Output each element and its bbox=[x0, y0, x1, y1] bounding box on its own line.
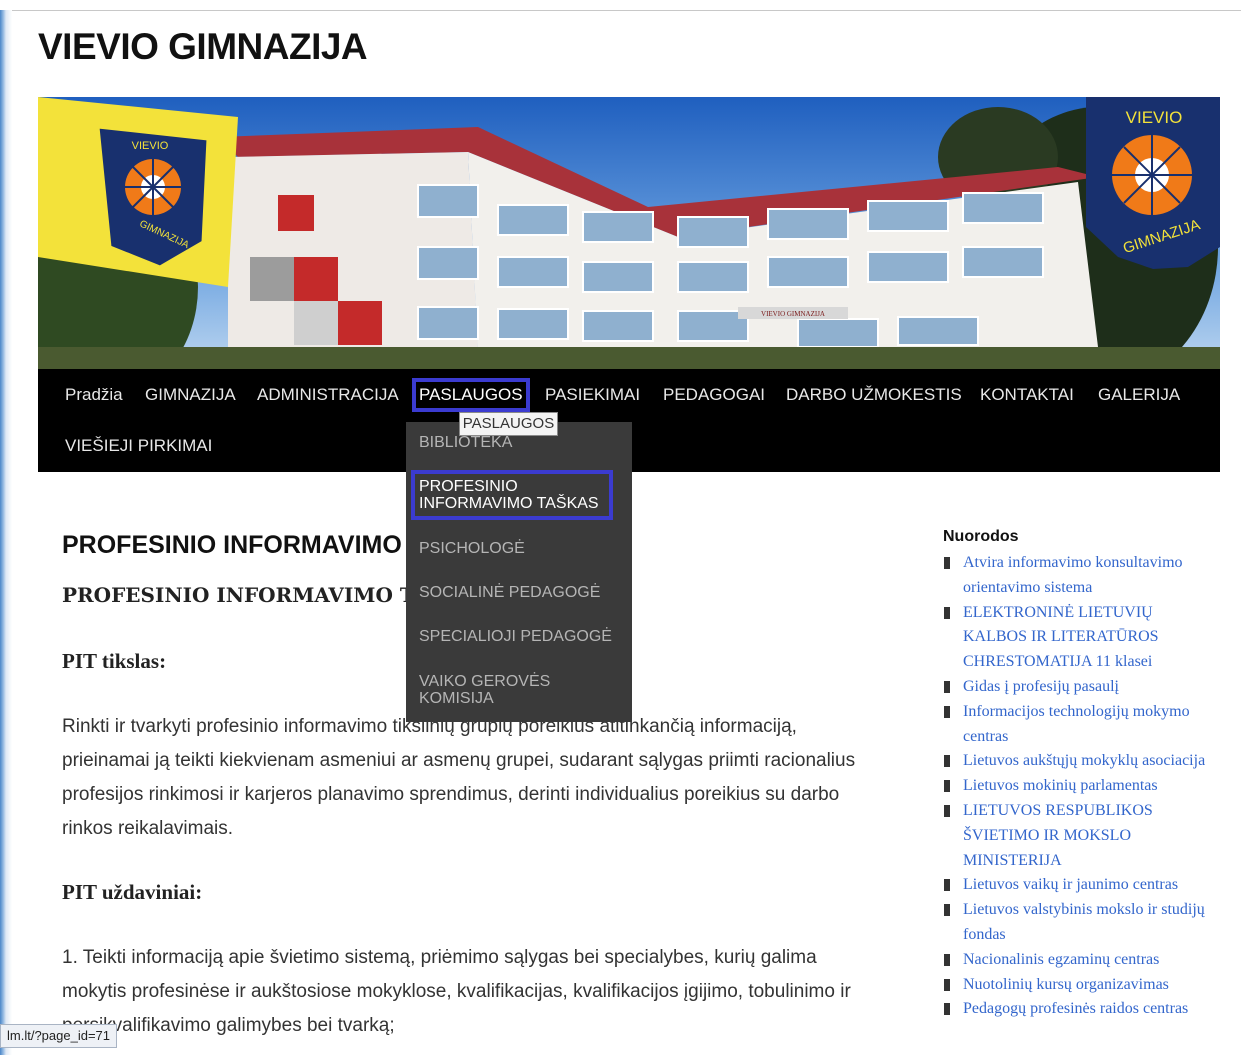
sidebar-link[interactable]: Pedagogų profesinės raidos centras bbox=[963, 1000, 1188, 1017]
bullet-icon bbox=[944, 904, 950, 917]
paslaugos-dropdown-menu: BIBLIOTEKA PROFESINIO INFORMAVIMO TAŠKAS… bbox=[406, 422, 632, 722]
sidebar-link-item: Informacijos technologijų mokymo centras bbox=[943, 700, 1213, 750]
browser-status-bar-url: lm.lt/?page_id=71 bbox=[0, 1024, 117, 1048]
window-left-edge bbox=[0, 10, 12, 1055]
sidebar-link[interactable]: ELEKTRONINĖ LIETUVIŲ KALBOS IR LITERATŪR… bbox=[963, 604, 1159, 671]
sidebar-link-item: Nuotolinių kursų organizavimas bbox=[943, 973, 1213, 998]
bullet-icon bbox=[944, 1003, 950, 1016]
sidebar-title: Nuorodos bbox=[943, 528, 1019, 545]
bullet-icon bbox=[944, 705, 950, 718]
nav-item-viesieji-pirkimai[interactable]: VIEŠIEJI PIRKIMAI bbox=[65, 436, 212, 456]
bullet-icon bbox=[944, 680, 950, 693]
bullet-icon bbox=[944, 780, 950, 793]
nav-item-pasiekimai[interactable]: PASIEKIMAI bbox=[545, 385, 640, 405]
dropdown-item-vaiko-geroves-komisija[interactable]: VAIKO GEROVĖS KOMISIJA bbox=[419, 673, 589, 707]
sidebar-link[interactable]: Nacionalinis egzaminų centras bbox=[963, 951, 1159, 968]
bullet-icon bbox=[944, 755, 950, 768]
dropdown-item-profesinio-informavimo-taskas[interactable]: PROFESINIO INFORMAVIMO TAŠKAS bbox=[411, 470, 613, 520]
sidebar-link-item: LIETUVOS RESPUBLIKOS ŠVIETIMO IR MOKSLO … bbox=[943, 799, 1213, 873]
bullet-icon bbox=[944, 978, 950, 991]
dropdown-item-socialine-pedagoge[interactable]: SOCIALINĖ PEDAGOGĖ bbox=[419, 584, 600, 601]
dropdown-item-biblioteka[interactable]: BIBLIOTEKA bbox=[419, 434, 512, 451]
sidebar-link-item: Lietuvos vaikų ir jaunimo centras bbox=[943, 873, 1213, 898]
bullet-icon bbox=[944, 879, 950, 892]
paslaugos-tooltip: PASLAUGOS bbox=[459, 412, 558, 436]
sidebar-link[interactable]: Nuotolinių kursų organizavimas bbox=[963, 976, 1169, 993]
sidebar-link[interactable]: Lietuvos valstybinis mokslo ir studijų f… bbox=[963, 901, 1205, 943]
dropdown-item-psichologe[interactable]: PSICHOLOGĖ bbox=[419, 540, 525, 557]
sidebar-link-item: Lietuvos mokinių parlamentas bbox=[943, 774, 1213, 799]
nav-item-pradzia[interactable]: Pradžia bbox=[65, 385, 123, 405]
sidebar-link-item: Lietuvos aukštųjų mokyklų asociacija bbox=[943, 749, 1213, 774]
goal-paragraph: Rinkti ir tvarkyti profesinio informavim… bbox=[62, 716, 856, 839]
building-sign-text: VIEVIO GIMNAZIJA bbox=[761, 310, 825, 318]
dropdown-item-specialioji-pedagoge[interactable]: SPECIALIOJI PEDAGOGĖ bbox=[419, 628, 612, 645]
tasks-heading: PIT uždaviniai: bbox=[62, 880, 203, 904]
bullet-icon bbox=[944, 606, 950, 619]
goal-heading: PIT tikslas: bbox=[62, 649, 167, 673]
sidebar-link[interactable]: Lietuvos vaikų ir jaunimo centras bbox=[963, 876, 1178, 893]
site-title[interactable]: VIEVIO GIMNAZIJA bbox=[38, 26, 368, 68]
sidebar-link-item: Atvira informavimo konsultavimo orientav… bbox=[943, 551, 1213, 601]
sidebar-link[interactable]: Lietuvos aukštųjų mokyklų asociacija bbox=[963, 752, 1205, 769]
sidebar-link[interactable]: Gidas į profesijų pasaulį bbox=[963, 678, 1119, 695]
nav-item-gimnazija[interactable]: GIMNAZIJA bbox=[145, 385, 236, 405]
sidebar-link[interactable]: Lietuvos mokinių parlamentas bbox=[963, 777, 1158, 794]
sidebar-links-list: Atvira informavimo konsultavimo orientav… bbox=[943, 551, 1213, 1022]
header-banner-image: VIEVIO GIMNAZIJA VIEVIO GIMNAZIJA VIEVIO… bbox=[38, 97, 1220, 369]
nav-item-galerija[interactable]: GALERIJA bbox=[1098, 385, 1180, 405]
sidebar-link[interactable]: Informacijos technologijų mokymo centras bbox=[963, 703, 1190, 745]
nav-item-paslaugos[interactable]: PASLAUGOS bbox=[412, 378, 530, 412]
sidebar-link-item: Nacionalinis egzaminų centras bbox=[943, 948, 1213, 973]
nav-item-pedagogai[interactable]: PEDAGOGAI bbox=[663, 385, 765, 405]
sidebar-link-item: ELEKTRONINĖ LIETUVIŲ KALBOS IR LITERATŪR… bbox=[943, 601, 1213, 675]
bullet-icon bbox=[944, 953, 950, 966]
bullet-icon bbox=[944, 557, 950, 569]
emblem-top-text: VIEVIO bbox=[1126, 108, 1183, 127]
nav-item-kontaktai[interactable]: KONTAKTAI bbox=[980, 385, 1074, 405]
nav-item-darbo-uzmokestis[interactable]: DARBO UŽMOKESTIS bbox=[786, 385, 962, 405]
sidebar-link-item: Gidas į profesijų pasaulį bbox=[943, 675, 1213, 700]
sidebar-link[interactable]: LIETUVOS RESPUBLIKOS ŠVIETIMO IR MOKSLO … bbox=[963, 802, 1153, 869]
task-1-paragraph: 1. Teikti informaciją apie švietimo sist… bbox=[62, 947, 851, 1036]
bullet-icon bbox=[944, 804, 950, 817]
window-top-border bbox=[0, 10, 1241, 11]
sidebar-link-item: Lietuvos valstybinis mokslo ir studijų f… bbox=[943, 898, 1213, 948]
flag-top-text: VIEVIO bbox=[132, 140, 169, 152]
nav-item-administracija[interactable]: ADMINISTRACIJA bbox=[257, 385, 399, 405]
sidebar-link-item: Pedagogų profesinės raidos centras bbox=[943, 997, 1213, 1022]
sidebar-link[interactable]: Atvira informavimo konsultavimo orientav… bbox=[963, 554, 1183, 596]
